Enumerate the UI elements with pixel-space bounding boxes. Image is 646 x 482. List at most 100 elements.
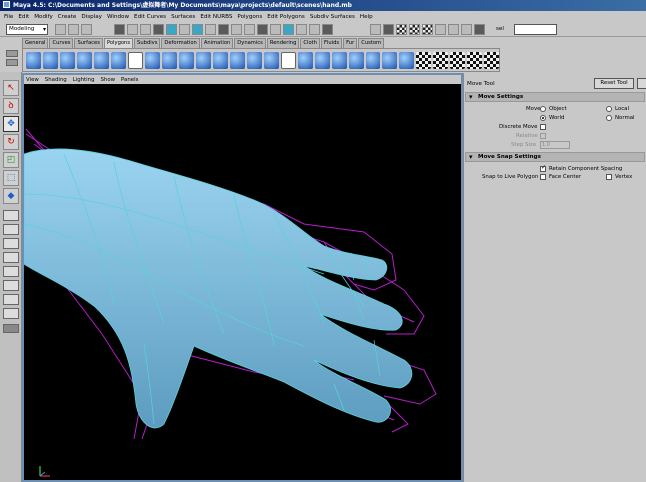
tab-custom[interactable]: Custom	[358, 38, 385, 48]
poly-sphere-icon[interactable]	[26, 51, 41, 69]
poly-cone-icon[interactable]	[76, 51, 92, 69]
relative-checkbox[interactable]	[540, 133, 546, 139]
persp-graph-layout-icon[interactable]	[3, 252, 19, 263]
move-snap-settings-header[interactable]: Move Snap Settings	[465, 152, 645, 162]
single-perspective-layout-icon[interactable]	[3, 210, 19, 221]
menu-file[interactable]: File	[4, 14, 13, 20]
planar-mapping-icon[interactable]	[416, 51, 432, 69]
automatic-mapping-icon[interactable]	[467, 51, 483, 69]
quick-select-icon[interactable]	[448, 24, 459, 35]
radio-normal[interactable]	[606, 115, 612, 121]
manipulator-tool-icon[interactable]: ⬚	[3, 170, 19, 186]
mask-handles-icon[interactable]	[153, 24, 164, 35]
open-scene-icon[interactable]	[68, 24, 79, 35]
menu-edit-curves[interactable]: Edit Curves	[134, 14, 166, 20]
boolean-intersection-icon[interactable]	[229, 51, 245, 69]
menu-edit[interactable]: Edit	[18, 14, 29, 20]
mirror-geometry-icon[interactable]	[246, 51, 262, 69]
smooth-icon[interactable]	[178, 51, 194, 69]
poly-torus-icon[interactable]	[110, 51, 126, 69]
vertex-checkbox[interactable]	[606, 174, 612, 180]
panel-menu-show[interactable]: Show	[101, 77, 116, 83]
cylindrical-mapping-icon[interactable]	[433, 51, 449, 69]
rotate-tool-icon[interactable]: ↻	[3, 134, 19, 150]
uv-texture-editor-icon[interactable]	[484, 51, 500, 69]
combine-icon[interactable]	[127, 51, 143, 69]
hypershade-layout-icon[interactable]	[3, 266, 19, 277]
poly-cube-icon[interactable]	[42, 51, 58, 69]
shelf-menu-icon[interactable]	[6, 59, 18, 66]
separate-icon[interactable]	[144, 51, 160, 69]
construction-history-icon[interactable]	[383, 24, 394, 35]
mask-rendering-icon[interactable]	[231, 24, 242, 35]
discrete-move-checkbox[interactable]	[540, 124, 546, 130]
bevel-icon[interactable]	[331, 51, 347, 69]
triangulate-icon[interactable]	[399, 51, 415, 69]
lasso-tool-icon[interactable]: ꝺ	[3, 98, 19, 114]
mask-curves-icon[interactable]	[179, 24, 190, 35]
panel-menu-lighting[interactable]: Lighting	[73, 77, 95, 83]
split-polygon-icon[interactable]	[280, 51, 296, 69]
persp-outliner-layout-icon[interactable]	[3, 238, 19, 249]
input-line-icon[interactable]	[435, 24, 446, 35]
viewport-canvas[interactable]	[24, 84, 461, 480]
tab-subdivs[interactable]: Subdivs	[134, 38, 161, 48]
render-frame-icon[interactable]	[396, 24, 407, 35]
boolean-difference-icon[interactable]	[212, 51, 228, 69]
tab-deformation[interactable]: Deformation	[161, 38, 200, 48]
outliner-layout-icon[interactable]	[3, 280, 19, 291]
menu-edit-polygons[interactable]: Edit Polygons	[267, 14, 305, 20]
step-size-field[interactable]: 1.0	[540, 141, 570, 149]
shelf-tabs-toggle-icon[interactable]	[6, 50, 18, 57]
retain-spacing-checkbox[interactable]	[540, 164, 546, 172]
hierarchy-mode-icon[interactable]	[114, 24, 125, 35]
mask-surfaces-icon[interactable]	[192, 24, 203, 35]
snap-curve-icon[interactable]	[296, 24, 307, 35]
tool-help-button[interactable]	[637, 78, 646, 89]
spherical-mapping-icon[interactable]	[450, 51, 466, 69]
hand-mesh[interactable]	[24, 148, 413, 429]
mode-dropdown[interactable]: Modeling	[6, 24, 48, 35]
graph-editor-layout-icon[interactable]	[3, 294, 19, 305]
extract-icon[interactable]	[161, 51, 177, 69]
reset-tool-button[interactable]: Reset Tool	[594, 78, 634, 89]
snap-grid-icon[interactable]	[283, 24, 294, 35]
tab-fur[interactable]: Fur	[343, 38, 358, 48]
mask-misc-icon[interactable]	[244, 24, 255, 35]
mask-joints-icon[interactable]	[166, 24, 177, 35]
component-mode-icon[interactable]	[140, 24, 151, 35]
select-tool-icon[interactable]: ↖	[3, 80, 19, 96]
panel-menu-panels[interactable]: Panels	[121, 77, 138, 83]
mask-deformations-icon[interactable]	[205, 24, 216, 35]
object-mode-icon[interactable]	[127, 24, 138, 35]
tab-cloth[interactable]: Cloth	[300, 38, 320, 48]
lock-selection-icon[interactable]	[257, 24, 268, 35]
tab-dynamics[interactable]: Dynamics	[234, 38, 266, 48]
snap-point-icon[interactable]	[309, 24, 320, 35]
menu-subdiv-surfaces[interactable]: Subdiv Surfaces	[310, 14, 355, 20]
snap-view-plane-icon[interactable]	[322, 24, 333, 35]
mask-dynamics-icon[interactable]	[218, 24, 229, 35]
perspective-viewport[interactable]: View Shading Lighting Show Panels	[22, 73, 463, 482]
attribute-editor-toggle-icon[interactable]	[474, 24, 485, 35]
show-hide-icon[interactable]	[461, 24, 472, 35]
tab-general[interactable]: General	[22, 38, 49, 48]
menu-help[interactable]: Help	[360, 14, 373, 20]
history-icon[interactable]	[370, 24, 381, 35]
custom-layout-icon[interactable]	[3, 308, 19, 319]
menu-create[interactable]: Create	[58, 14, 77, 20]
radio-object[interactable]	[540, 106, 546, 112]
menu-window[interactable]: Window	[107, 14, 129, 20]
selection-input[interactable]	[514, 24, 557, 35]
radio-world[interactable]	[540, 115, 546, 121]
tab-animation[interactable]: Animation	[200, 38, 234, 48]
save-scene-icon[interactable]	[81, 24, 92, 35]
scale-tool-icon[interactable]: ◰	[3, 152, 19, 168]
move-tool-icon[interactable]: ✥	[3, 116, 19, 132]
tab-rendering[interactable]: Rendering	[266, 38, 300, 48]
tab-polygons[interactable]: Polygons	[103, 38, 134, 48]
menu-surfaces[interactable]: Surfaces	[171, 14, 195, 20]
extrude-edge-icon[interactable]	[314, 51, 330, 69]
render-globals-icon[interactable]	[422, 24, 433, 35]
highlight-selection-icon[interactable]	[270, 24, 281, 35]
